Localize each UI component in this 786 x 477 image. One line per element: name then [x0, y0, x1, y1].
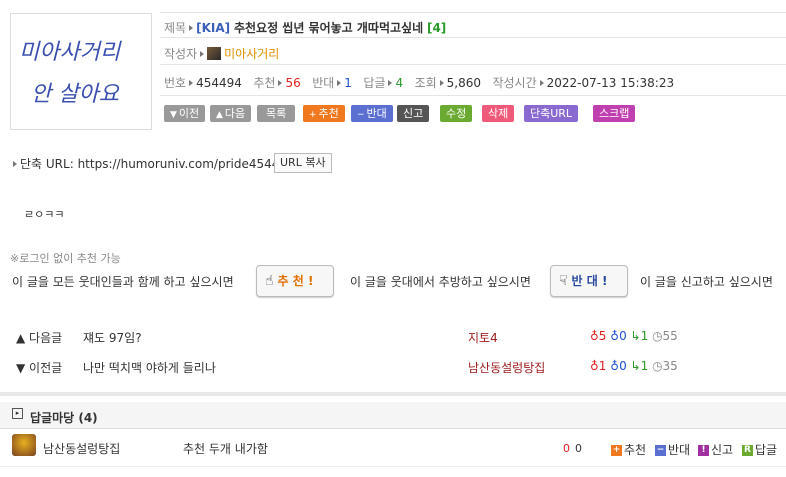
opp-count: 1	[344, 76, 352, 90]
prev-post-stats: ♁1 ♁0 ↳1 ◷35	[590, 359, 678, 373]
comment-reply-button[interactable]: R 답글	[742, 441, 777, 458]
minus-icon: −	[655, 445, 666, 456]
next-post-title[interactable]: 쟤도 97임?	[83, 329, 142, 346]
next-button[interactable]: ▲ 다음	[210, 105, 252, 122]
author-avatar: 미아사거리 안 살아요	[10, 13, 152, 130]
thumbs-up-icon: ♁	[590, 359, 599, 373]
post-title: 추천요정 씹년 묶어놓고 개따먹고싶네	[233, 21, 424, 35]
arrow-icon	[337, 80, 342, 86]
rec-label: 추천	[253, 76, 276, 90]
reply-icon: ↳	[630, 329, 641, 343]
title-label: 제목	[164, 21, 187, 35]
report-prompt: 이 글을 신고하고 싶으시면	[640, 275, 773, 289]
comment-text: 추천 두개 내가함	[183, 442, 268, 456]
reply-icon: R	[742, 445, 753, 456]
oppose-button[interactable]: − 반대	[351, 105, 393, 122]
opp-label: 반대	[312, 76, 335, 90]
prev-post-row[interactable]: ▼ 이전글 나만 떡치맥 야하게 들리나 남산동설렁탕집 ♁1 ♁0 ↳1 ◷3…	[0, 357, 786, 375]
arrow-icon	[189, 80, 194, 86]
vote-oppose-button[interactable]: ☟ 반 대 !	[550, 265, 628, 297]
opp-prompt: 이 글을 웃대에서 추방하고 싶으시면	[350, 275, 531, 289]
author-name[interactable]: 미아사거리	[224, 47, 279, 61]
arrow-icon	[189, 25, 194, 31]
post-category[interactable]: [KIA]	[196, 21, 230, 35]
arrow-icon	[388, 80, 393, 86]
author-thumb-icon	[207, 47, 222, 60]
next-post-row[interactable]: ▲ 다음글 쟤도 97임? 지토4 ♁5 ♁0 ↳1 ◷55	[0, 327, 786, 345]
vote-notice: ※로그인 없이 추천 가능	[10, 252, 121, 265]
author-label: 작성자	[164, 47, 198, 61]
next-post-stats: ♁5 ♁0 ↳1 ◷55	[590, 329, 678, 343]
chevron-down-icon: ▼	[170, 110, 177, 120]
author-row: 작성자 미아사거리	[164, 45, 279, 62]
comment-down-count: 0	[575, 442, 582, 455]
prev-post-dir: ▼ 이전글	[16, 361, 63, 375]
vote-recommend-button[interactable]: ☝ 추 천 !	[256, 265, 334, 297]
rec-prompt: 이 글을 모든 웃대인들과 함께 하고 싶으시면	[12, 275, 234, 289]
list-button[interactable]: 목록	[257, 105, 296, 122]
thumbs-up-icon: ♁	[590, 329, 599, 343]
recommend-button[interactable]: + 추천	[303, 105, 345, 122]
shorturl-button[interactable]: 단축URL	[524, 105, 579, 122]
minus-icon: −	[357, 110, 365, 120]
arrow-icon	[13, 161, 17, 167]
reply-icon: ↳	[630, 359, 641, 373]
next-post-author[interactable]: 지토4	[468, 329, 498, 346]
prev-post-title[interactable]: 나만 떡치맥 야하게 들리나	[83, 359, 216, 376]
comment-report-button[interactable]: ! 신고	[698, 441, 733, 458]
view-icon: ◷	[652, 359, 663, 373]
report-icon: !	[698, 445, 709, 456]
comment-up-count: 0	[563, 442, 570, 455]
view-count: 5,860	[446, 76, 482, 90]
view-icon: ◷	[652, 329, 663, 343]
x-icon: ※	[10, 252, 20, 265]
next-post-dir: ▲ 다음글	[16, 331, 63, 345]
reply-count: 4	[395, 76, 404, 90]
post-time: 2022-07-13 15:38:23	[546, 76, 675, 90]
post-body-text: ㄹㅇㅋㅋ	[24, 208, 65, 221]
plus-icon: +	[309, 110, 317, 120]
collapse-icon[interactable]: ▸	[12, 408, 23, 419]
reply-label: 답글	[363, 76, 386, 90]
comment-count[interactable]: [4]	[427, 21, 446, 35]
no-label: 번호	[164, 76, 187, 90]
short-url-link[interactable]: https://humoruniv.com/pride454494	[78, 157, 295, 171]
url-copy-button[interactable]: URL 복사	[274, 153, 332, 173]
thumbs-down-icon: ♁	[610, 359, 620, 373]
delete-button[interactable]: 삭제	[482, 105, 515, 122]
avatar-text-line1: 미아사거리	[19, 40, 121, 65]
arrow-icon	[200, 51, 205, 57]
comment-row: 남산동설렁탕집 추천 두개 내가함 0 0 + 추천 − 반대 ! 신고 R 답글	[0, 430, 786, 467]
comments-title: 답글마당 (4)	[30, 411, 98, 425]
arrow-icon	[278, 80, 283, 86]
prev-button[interactable]: ▼ 이전	[164, 105, 206, 122]
comment-avatar	[12, 434, 36, 456]
comment-oppose-button[interactable]: − 반대	[655, 441, 690, 458]
title-row: 제목 [KIA] 추천요정 씹년 묶어놓고 개따먹고싶네 [4]	[164, 19, 446, 36]
thumbs-down-icon: ♁	[610, 329, 620, 343]
plus-icon: +	[611, 445, 622, 456]
short-url-label: 단축 URL:	[20, 157, 74, 171]
rec-count: 56	[285, 76, 301, 90]
short-url-row: 단축 URL: https://humoruniv.com/pride45449…	[10, 155, 295, 172]
comment-recommend-button[interactable]: + 추천	[611, 441, 646, 458]
comments-header: ▸ 답글마당 (4)	[0, 402, 786, 429]
thumbs-up-icon: ☝	[265, 273, 274, 289]
view-label: 조회	[414, 76, 437, 90]
scrap-button[interactable]: 스크랩	[593, 105, 636, 122]
thumbs-down-icon: ☟	[559, 273, 568, 289]
prev-post-author[interactable]: 남산동설렁탕집	[468, 359, 545, 376]
chevron-up-icon: ▲	[216, 110, 223, 120]
report-button[interactable]: 신고	[397, 105, 430, 122]
arrow-icon	[439, 80, 444, 86]
arrow-icon	[539, 80, 544, 86]
time-label: 작성시간	[492, 76, 537, 90]
avatar-text-line2: 안 살아요	[31, 82, 119, 107]
edit-button[interactable]: 수정	[440, 105, 473, 122]
post-number: 454494	[196, 76, 242, 90]
comment-author[interactable]: 남산동설렁탕집	[43, 440, 120, 457]
stats-row: 번호 454494 추천 56 반대 1 답글 4 조회 5,860 작성시간 2022-0…	[164, 74, 674, 91]
